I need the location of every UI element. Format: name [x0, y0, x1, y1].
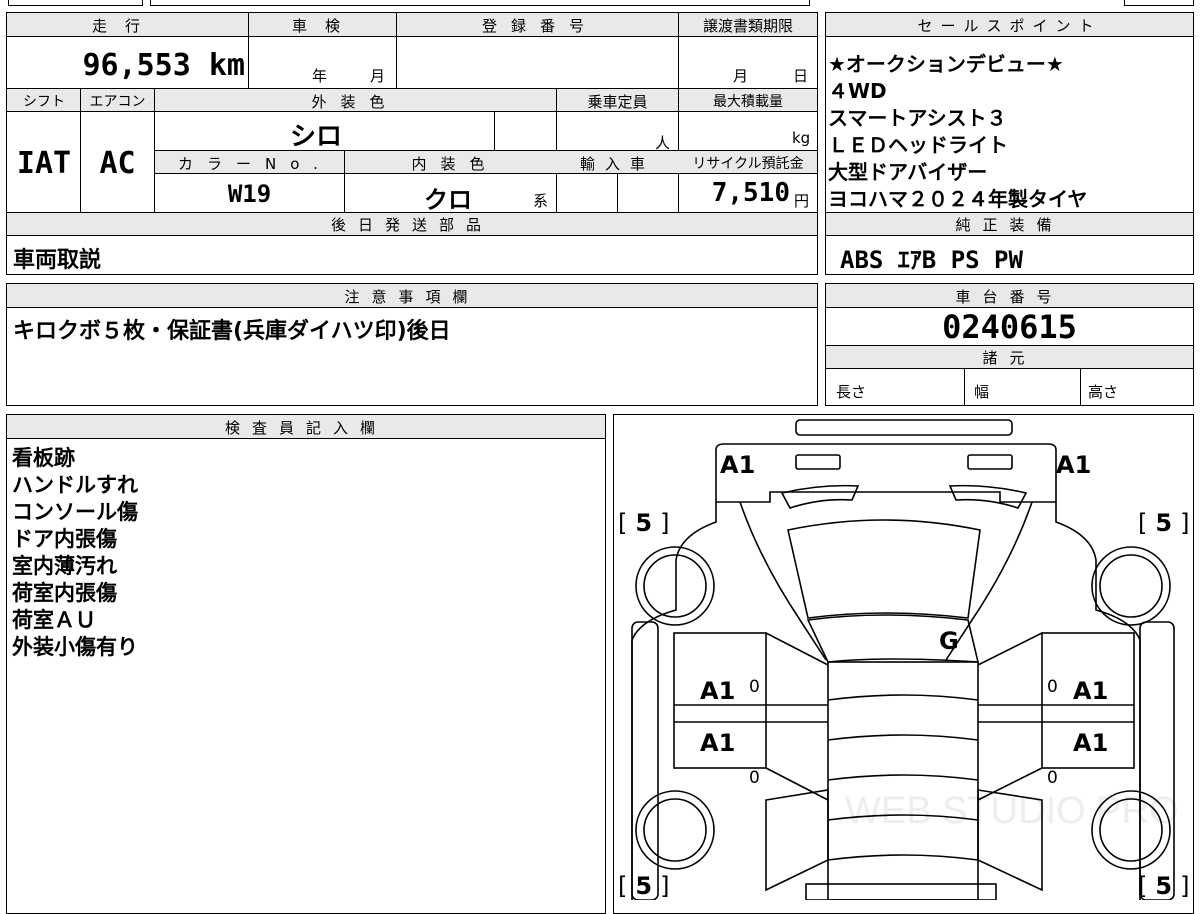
kg-unit: kg	[792, 129, 811, 147]
later-parts-value: 車両取説	[13, 248, 102, 273]
front-right-damage-mark: A1	[1056, 451, 1092, 479]
inspector-line: ハンドルすれ	[12, 473, 138, 497]
shift-value: IAT	[16, 146, 72, 181]
series-unit: 系	[533, 192, 549, 210]
inspection-month-unit: 月	[370, 67, 386, 85]
sales-points-label: セールスポイント	[917, 17, 1102, 35]
specs-label: 諸元	[982, 349, 1037, 367]
interior-color-label: 内装色	[411, 155, 499, 173]
recycle-fee-value: 7,510	[711, 178, 790, 208]
zero-mark: 0	[1047, 768, 1058, 788]
tire-fr-tread: [5]	[1138, 509, 1190, 537]
inspector-line: 看板跡	[12, 446, 75, 470]
chassis-label: 車台番号	[955, 288, 1064, 306]
transfer-month-unit: 月	[733, 67, 749, 85]
chassis-number: 0240615	[942, 308, 1077, 346]
inspector-line: コンソール傷	[12, 500, 138, 524]
door-fr-damage-mark: A1	[1073, 677, 1109, 705]
inspection-label: 車検	[291, 17, 358, 35]
sales-point-item: ヨコハマ２０２４年製タイヤ	[828, 187, 1088, 211]
windshield-damage-mark: G	[939, 627, 959, 655]
transfer-deadline-label: 譲渡書類期限	[702, 17, 793, 35]
sales-point-item: ＬＥＤヘッドライト	[828, 133, 1008, 157]
recycle-label: リサイクル預託金	[692, 156, 804, 172]
later-parts-label: 後日発送部品	[330, 216, 493, 234]
transfer-day-unit: 日	[793, 67, 809, 85]
door-rl-damage-mark: A1	[700, 729, 736, 757]
zero-mark: 0	[749, 677, 760, 697]
interior-color-value: クロ	[424, 186, 472, 214]
notes-text: キロクボ５枚・保証書(兵庫ダイハツ印)後日	[13, 319, 451, 344]
inspector-line: ドア内張傷	[12, 527, 117, 551]
door-rr-damage-mark: A1	[1073, 729, 1109, 757]
inspection-year-unit: 年	[312, 67, 328, 85]
width-label: 幅	[974, 383, 990, 401]
tire-rl-tread: [5]	[618, 872, 670, 900]
inspector-line: 荷室内張傷	[12, 581, 117, 605]
door-fl-damage-mark: A1	[700, 677, 736, 705]
inspector-line: 室内薄汚れ	[12, 554, 117, 578]
zero-mark: 0	[1047, 677, 1058, 697]
yen-unit: 円	[794, 192, 810, 210]
sales-point-item: スマートアシスト３	[828, 106, 1007, 130]
ac-value: AC	[99, 146, 136, 181]
color-no-value: W19	[227, 180, 272, 208]
shift-label: シフト	[23, 94, 65, 110]
registration-label: 登録番号	[481, 17, 598, 35]
tire-rr-tread: [5]	[1138, 872, 1190, 900]
inspector-label: 検査員記入欄	[224, 419, 387, 437]
capacity-label: 乗車定員	[587, 93, 648, 111]
mileage-value: 96,553 km	[82, 48, 245, 83]
inspector-line: 外装小傷有り	[12, 635, 138, 659]
inspector-line: 荷室ＡＵ	[12, 608, 96, 632]
import-label: 輸入車	[579, 155, 655, 173]
zero-mark: 0	[749, 768, 760, 788]
tire-fl-tread: [5]	[618, 509, 670, 537]
sales-point-item: ４WD	[828, 79, 887, 103]
height-label: 高さ	[1088, 383, 1119, 401]
sales-point-item: ★オークションデビュー★	[828, 52, 1064, 76]
equipment-label: 純正装備	[955, 216, 1064, 234]
max-load-label: 最大積載量	[713, 94, 783, 110]
notes-label: 注意事項欄	[344, 288, 480, 306]
exterior-color-value: シロ	[290, 122, 343, 152]
watermark: WEB STUDIO PRO	[845, 790, 1179, 832]
exterior-color-label: 外装色	[311, 93, 399, 111]
color-no-label: カラーNo.	[178, 155, 332, 173]
length-label: 長さ	[836, 383, 867, 401]
sales-point-item: 大型ドアバイザー	[828, 160, 988, 184]
ac-label: エアコン	[89, 94, 146, 110]
front-left-damage-mark: A1	[720, 451, 756, 479]
mileage-label: 走行	[91, 17, 158, 35]
equipment-value: ABS ｴｱB PS PW	[840, 246, 1023, 274]
